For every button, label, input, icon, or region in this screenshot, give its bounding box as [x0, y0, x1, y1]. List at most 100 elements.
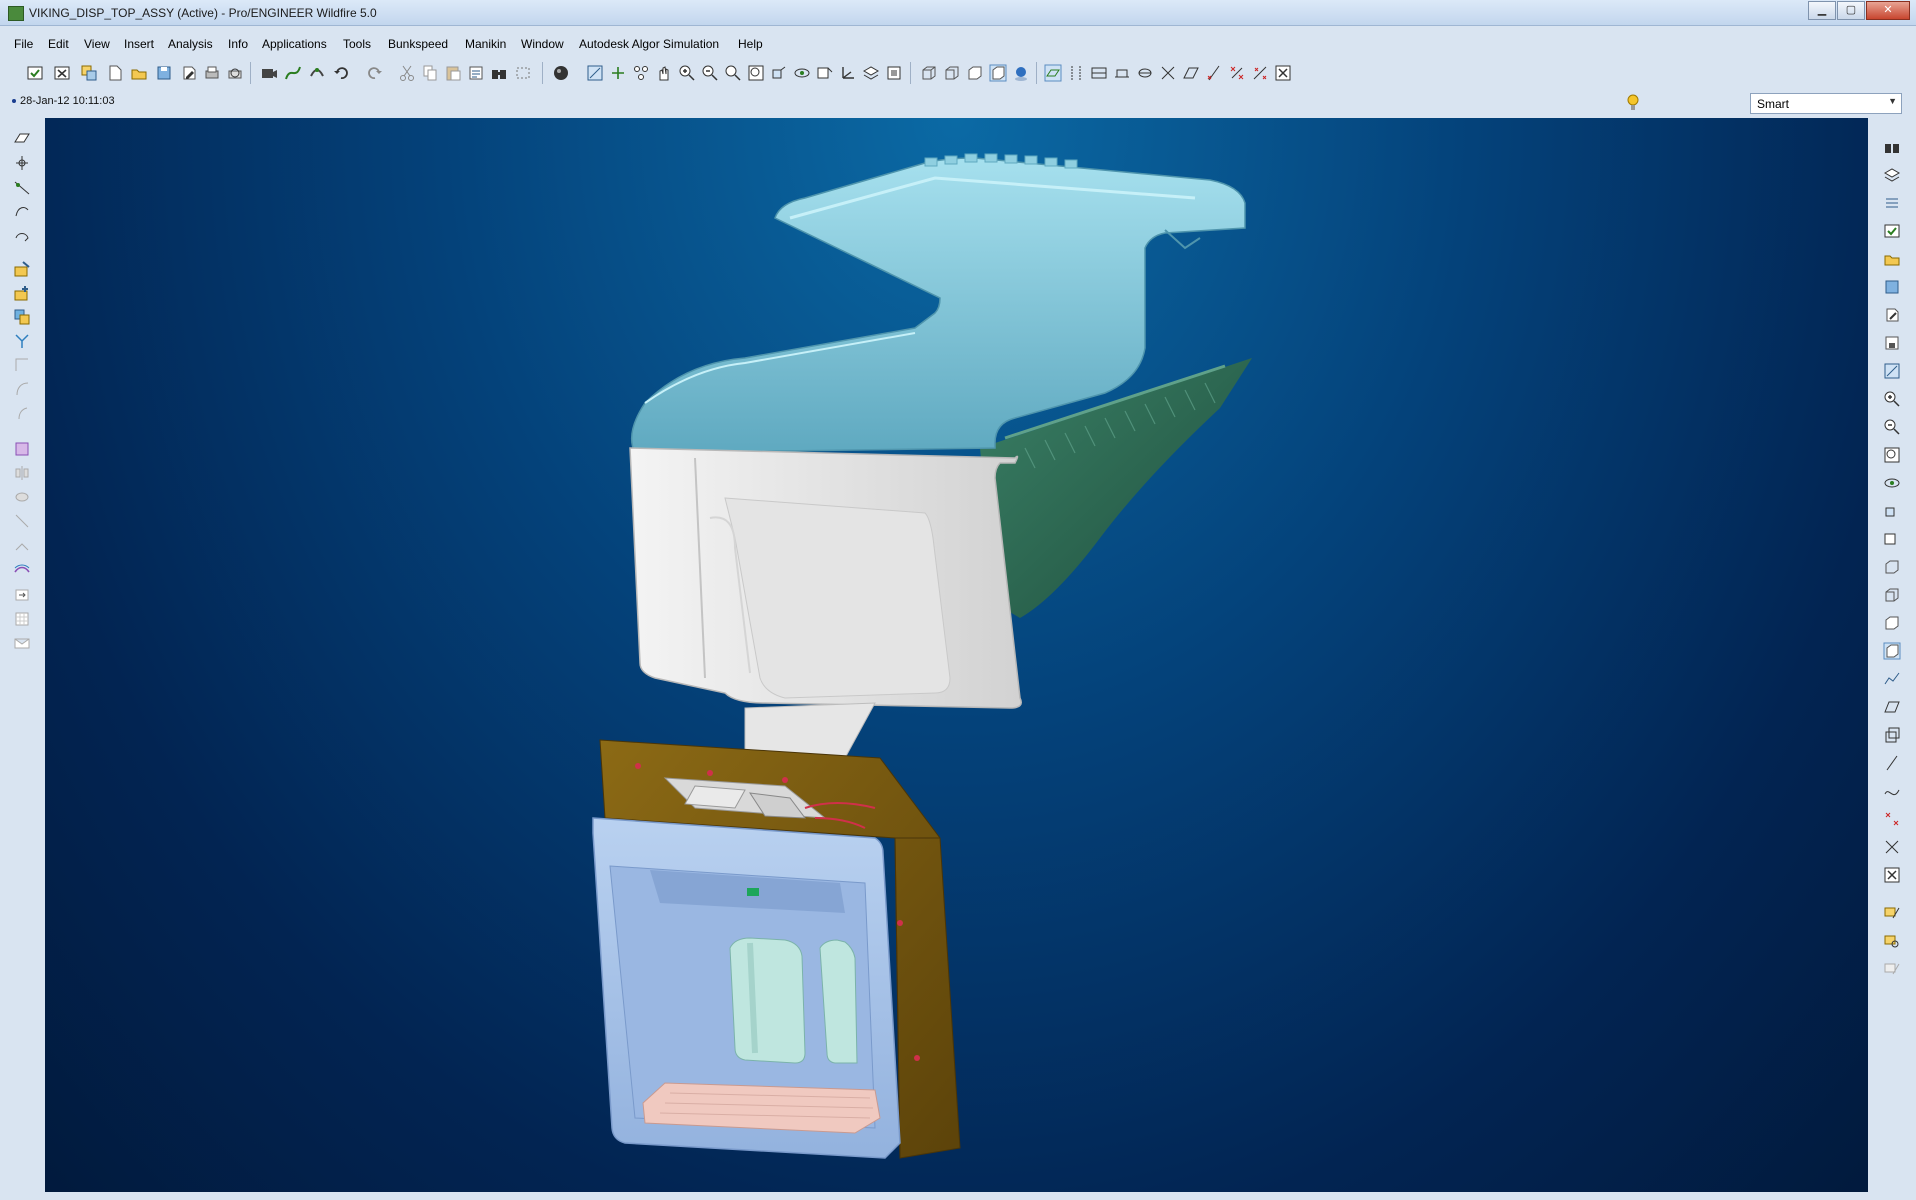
sketch-view-icon-right[interactable] — [1881, 360, 1903, 382]
lightbulb-icon[interactable] — [1627, 94, 1639, 112]
point-x-icon[interactable] — [1203, 62, 1225, 84]
save-copy-icon[interactable] — [178, 62, 200, 84]
menu-manikin[interactable]: Manikin — [465, 37, 506, 51]
close-window-icon[interactable] — [1272, 62, 1294, 84]
reorient-icon-right[interactable] — [1881, 500, 1903, 522]
sketch-tools-icon[interactable] — [1249, 62, 1271, 84]
menu-analysis[interactable]: Analysis — [168, 37, 213, 51]
plane-sketch-icon[interactable] — [1157, 62, 1179, 84]
menu-window[interactable]: Window — [521, 37, 564, 51]
print-icon[interactable] — [201, 62, 223, 84]
csys-icon-right[interactable] — [1881, 836, 1903, 858]
close-window-icon-right[interactable] — [1881, 864, 1903, 886]
datum-csys-icon[interactable] — [1111, 62, 1133, 84]
zoom-out-icon-right[interactable] — [1881, 416, 1903, 438]
wireframe-icon[interactable] — [918, 62, 940, 84]
save-icon-right[interactable] — [1881, 276, 1903, 298]
edit-icon-right[interactable] — [1881, 304, 1903, 326]
draft-tool-icon[interactable] — [11, 402, 33, 424]
save-icon[interactable] — [153, 62, 175, 84]
zoom-area-icon[interactable] — [722, 62, 744, 84]
trim-tool-icon[interactable] — [11, 510, 33, 532]
grid-icon[interactable] — [11, 608, 33, 630]
datum-points-icon[interactable] — [1088, 62, 1110, 84]
assemble-icon[interactable] — [11, 258, 33, 280]
view-manager-icon[interactable] — [814, 62, 836, 84]
datum-planes-icon[interactable] — [1042, 62, 1064, 84]
datum-axis-icon[interactable] — [607, 62, 629, 84]
datum-csys-tool-icon[interactable] — [11, 224, 33, 246]
zoom-in-icon[interactable] — [676, 62, 698, 84]
refit-icon[interactable] — [745, 62, 767, 84]
reorient-icon[interactable] — [768, 62, 790, 84]
paste-icon[interactable] — [442, 62, 464, 84]
point-pattern-icon[interactable] — [1226, 62, 1248, 84]
copy-icon[interactable] — [419, 62, 441, 84]
close-button[interactable]: ✕ — [1866, 1, 1910, 20]
enhanced-realism-icon[interactable] — [1010, 62, 1032, 84]
no-hidden-icon[interactable] — [964, 62, 986, 84]
menu-bunkspeed[interactable]: Bunkspeed — [388, 37, 448, 51]
wireframe-icon-right[interactable] — [1881, 556, 1903, 578]
zoom-out-icon[interactable] — [699, 62, 721, 84]
find-icon-right[interactable] — [1881, 136, 1903, 158]
merge-tool-icon[interactable] — [11, 486, 33, 508]
style-tool-icon[interactable] — [11, 558, 33, 580]
paste-special-icon-right[interactable] — [1881, 192, 1903, 214]
cut-icon[interactable] — [396, 62, 418, 84]
sketch-view-icon[interactable] — [584, 62, 606, 84]
layers-icon[interactable] — [860, 62, 882, 84]
extend-tool-icon[interactable] — [11, 534, 33, 556]
search-annotate-icon-right[interactable] — [1881, 930, 1903, 952]
point-x-icon-right[interactable] — [1881, 808, 1903, 830]
new-icon[interactable] — [104, 62, 126, 84]
sketch-tool-icon[interactable] — [11, 438, 33, 460]
view-manager-icon-right[interactable] — [1881, 528, 1903, 550]
undo-icon[interactable] — [330, 62, 352, 84]
chamfer-tool-icon[interactable] — [11, 378, 33, 400]
bolt-icon[interactable] — [306, 62, 328, 84]
minimize-button[interactable]: ▁ — [1808, 1, 1836, 20]
graph-icon-right[interactable] — [1881, 668, 1903, 690]
datum-axis-tool-icon[interactable] — [11, 152, 33, 174]
shading-icon[interactable] — [987, 62, 1009, 84]
redo-icon[interactable] — [364, 62, 386, 84]
datum-point-tool-icon[interactable] — [11, 200, 33, 222]
spin-center-icon-right[interactable] — [1881, 472, 1903, 494]
graphics-viewport[interactable] — [45, 118, 1868, 1192]
menu-info[interactable]: Info — [228, 37, 248, 51]
maximize-button[interactable]: ▢ — [1837, 1, 1865, 20]
regenerate-icon-right[interactable] — [1881, 220, 1903, 242]
arrow-right-icon[interactable] — [11, 584, 33, 606]
datum-axes-icon[interactable] — [1065, 62, 1087, 84]
hidden-line-icon[interactable] — [941, 62, 963, 84]
hole-tool-icon[interactable] — [11, 330, 33, 352]
csys-icon[interactable] — [837, 62, 859, 84]
refit-icon-right[interactable] — [1881, 444, 1903, 466]
zoom-in-icon-right[interactable] — [1881, 388, 1903, 410]
stack-icon-right[interactable] — [1881, 724, 1903, 746]
curve-icon[interactable] — [282, 62, 304, 84]
menu-view[interactable]: View — [84, 37, 110, 51]
plane-icon-right[interactable] — [1881, 696, 1903, 718]
annotate-icon-right[interactable] — [1881, 902, 1903, 924]
selection-filter[interactable]: Smart ▼ — [1750, 93, 1902, 114]
annotation-icon[interactable] — [1134, 62, 1156, 84]
paste-special-icon[interactable] — [465, 62, 487, 84]
pan-icon[interactable] — [653, 62, 675, 84]
round-tool-icon[interactable] — [11, 354, 33, 376]
model-tree-icon[interactable] — [883, 62, 905, 84]
menu-edit[interactable]: Edit — [48, 37, 69, 51]
menu-tools[interactable]: Tools — [343, 37, 371, 51]
mirror-tool-icon[interactable] — [11, 462, 33, 484]
note-icon-right[interactable] — [1881, 958, 1903, 980]
sketch-curve-icon[interactable] — [1180, 62, 1202, 84]
menu-insert[interactable]: Insert — [124, 37, 154, 51]
erase-icon[interactable] — [51, 62, 73, 84]
menu-file[interactable]: File — [14, 37, 33, 51]
line-icon-right[interactable] — [1881, 752, 1903, 774]
package-icon[interactable] — [11, 306, 33, 328]
shading-icon-right[interactable] — [1881, 640, 1903, 662]
spin-center-icon[interactable] — [791, 62, 813, 84]
find-icon[interactable] — [488, 62, 510, 84]
